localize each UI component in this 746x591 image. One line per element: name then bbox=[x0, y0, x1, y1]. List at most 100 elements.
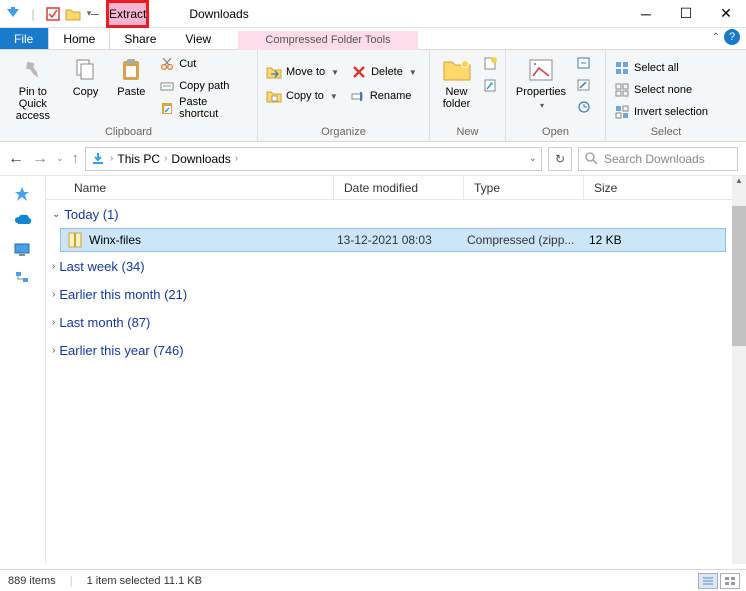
tab-view[interactable]: View bbox=[171, 28, 226, 49]
delete-button[interactable]: Delete▼ bbox=[349, 62, 419, 82]
column-header-size[interactable]: Size bbox=[584, 176, 746, 199]
details-view-button[interactable] bbox=[698, 573, 718, 589]
group-today[interactable]: ⌄Today (1) bbox=[46, 200, 746, 228]
group-clipboard: Pin to Quick access Copy Paste Cut Copy … bbox=[0, 50, 258, 141]
quick-access-toolbar: | ▾ bbox=[0, 0, 106, 27]
status-selection: 1 item selected 11.1 KB bbox=[87, 575, 202, 587]
select-all-icon bbox=[614, 60, 630, 76]
vertical-scrollbar[interactable]: ▲ bbox=[732, 176, 746, 564]
file-date: 13-12-2021 08:03 bbox=[337, 233, 467, 247]
minimize-button[interactable]: ─ bbox=[626, 0, 666, 28]
downloads-icon bbox=[90, 151, 106, 167]
chevron-right-icon[interactable]: › bbox=[164, 153, 167, 164]
large-icons-view-button[interactable] bbox=[720, 573, 740, 589]
forward-button[interactable]: → bbox=[32, 150, 48, 168]
qat-properties-icon[interactable] bbox=[44, 5, 62, 23]
pin-quick-access-button[interactable]: Pin to Quick access bbox=[6, 54, 60, 122]
address-dropdown-icon[interactable]: ⌄ bbox=[529, 153, 537, 164]
scissors-icon bbox=[159, 56, 175, 72]
address-bar-row: ← → ⌄ ↑ › This PC › Downloads › ⌄ ↻ Sear… bbox=[0, 142, 746, 176]
tab-home[interactable]: Home bbox=[48, 28, 110, 49]
copy-path-button[interactable]: Copy path bbox=[157, 76, 251, 96]
open-icon[interactable] bbox=[576, 56, 592, 70]
properties-icon bbox=[526, 56, 556, 84]
breadcrumb-this-pc[interactable]: This PC bbox=[117, 152, 160, 166]
help-icon[interactable]: ? bbox=[724, 29, 740, 45]
new-item-icon[interactable] bbox=[483, 56, 499, 70]
app-icon bbox=[4, 5, 22, 23]
search-box[interactable]: Search Downloads bbox=[578, 147, 738, 171]
content-area: Name Date modified Type Size ⌄Today (1) … bbox=[0, 176, 746, 564]
close-button[interactable]: ✕ bbox=[706, 0, 746, 28]
select-all-button[interactable]: Select all bbox=[612, 58, 710, 78]
properties-button[interactable]: Properties ▾ bbox=[512, 54, 570, 112]
this-pc-nav-icon[interactable] bbox=[14, 242, 32, 258]
select-none-icon bbox=[614, 82, 630, 98]
collapse-ribbon-icon[interactable]: ⌃ bbox=[712, 32, 720, 43]
file-row-selected[interactable]: Winx-files 13-12-2021 08:03 Compressed (… bbox=[60, 228, 726, 252]
navigation-pane[interactable] bbox=[0, 176, 46, 564]
chevron-down-icon: ▼ bbox=[330, 92, 338, 101]
qat-dropdown-icon[interactable]: ▾ bbox=[84, 5, 102, 23]
copy-icon bbox=[71, 56, 101, 84]
move-to-button[interactable]: Move to▼ bbox=[264, 62, 341, 82]
paste-icon bbox=[116, 56, 146, 84]
column-header-name[interactable]: Name bbox=[46, 176, 334, 199]
network-nav-icon[interactable] bbox=[14, 270, 32, 286]
tab-file[interactable]: File bbox=[0, 28, 48, 49]
context-tab-subtitle[interactable]: Compressed Folder Tools bbox=[238, 31, 418, 50]
chevron-down-icon: ▼ bbox=[409, 68, 417, 77]
chevron-right-icon[interactable]: › bbox=[235, 153, 238, 164]
refresh-button[interactable]: ↻ bbox=[548, 147, 572, 171]
paste-shortcut-button[interactable]: Paste shortcut bbox=[157, 98, 251, 118]
maximize-button[interactable]: ☐ bbox=[666, 0, 706, 28]
search-icon bbox=[585, 152, 598, 165]
group-earlier-month[interactable]: ›Earlier this month (21) bbox=[46, 280, 746, 308]
group-last-week[interactable]: ›Last week (34) bbox=[46, 252, 746, 280]
chevron-right-icon[interactable]: › bbox=[110, 153, 113, 164]
rename-icon bbox=[350, 88, 366, 104]
onedrive-nav-icon[interactable] bbox=[14, 214, 32, 230]
chevron-right-icon: › bbox=[52, 289, 55, 300]
group-label-select: Select bbox=[612, 124, 720, 141]
status-bar: 889 items | 1 item selected 11.1 KB bbox=[0, 569, 746, 591]
group-earlier-year[interactable]: ›Earlier this year (746) bbox=[46, 336, 746, 364]
titlebar: | ▾ Extract Downloads ─ ☐ ✕ bbox=[0, 0, 746, 28]
cut-button[interactable]: Cut bbox=[157, 54, 251, 74]
copy-path-icon bbox=[159, 78, 175, 94]
window-title: Downloads bbox=[149, 0, 626, 27]
tab-extract[interactable]: Extract bbox=[106, 0, 149, 28]
new-folder-button[interactable]: New folder bbox=[436, 54, 477, 110]
qat-folder-icon[interactable] bbox=[64, 5, 82, 23]
rename-button[interactable]: Rename bbox=[348, 86, 414, 106]
ribbon-tabs: File Home Share View Compressed Folder T… bbox=[0, 28, 746, 50]
qat-separator: | bbox=[24, 5, 42, 23]
recent-locations-button[interactable]: ⌄ bbox=[56, 153, 64, 164]
window-controls: ─ ☐ ✕ bbox=[626, 0, 746, 27]
column-header-date[interactable]: Date modified bbox=[334, 176, 464, 199]
invert-selection-icon bbox=[614, 104, 630, 120]
up-button[interactable]: ↑ bbox=[72, 150, 80, 167]
select-none-button[interactable]: Select none bbox=[612, 80, 710, 100]
easy-access-icon[interactable] bbox=[483, 78, 499, 92]
file-size: 12 KB bbox=[589, 233, 659, 247]
tab-share[interactable]: Share bbox=[110, 28, 171, 49]
column-headers: Name Date modified Type Size bbox=[46, 176, 746, 200]
group-label-organize: Organize bbox=[264, 124, 423, 141]
chevron-down-icon: ⌄ bbox=[52, 209, 60, 220]
edit-icon[interactable] bbox=[576, 78, 592, 92]
group-label-open: Open bbox=[512, 124, 599, 141]
group-last-month[interactable]: ›Last month (87) bbox=[46, 308, 746, 336]
tab-extract-label: Extract bbox=[109, 7, 146, 21]
breadcrumb-downloads[interactable]: Downloads bbox=[171, 152, 230, 166]
scrollbar-thumb[interactable] bbox=[732, 206, 746, 346]
copy-button[interactable]: Copy bbox=[66, 54, 106, 98]
column-header-type[interactable]: Type bbox=[464, 176, 584, 199]
invert-selection-button[interactable]: Invert selection bbox=[612, 102, 710, 122]
history-icon[interactable] bbox=[576, 100, 592, 114]
quick-access-nav-icon[interactable] bbox=[14, 186, 32, 202]
paste-button[interactable]: Paste bbox=[111, 54, 151, 98]
address-bar[interactable]: › This PC › Downloads › ⌄ bbox=[85, 147, 542, 171]
back-button[interactable]: ← bbox=[8, 150, 24, 168]
copy-to-button[interactable]: Copy to▼ bbox=[264, 86, 340, 106]
